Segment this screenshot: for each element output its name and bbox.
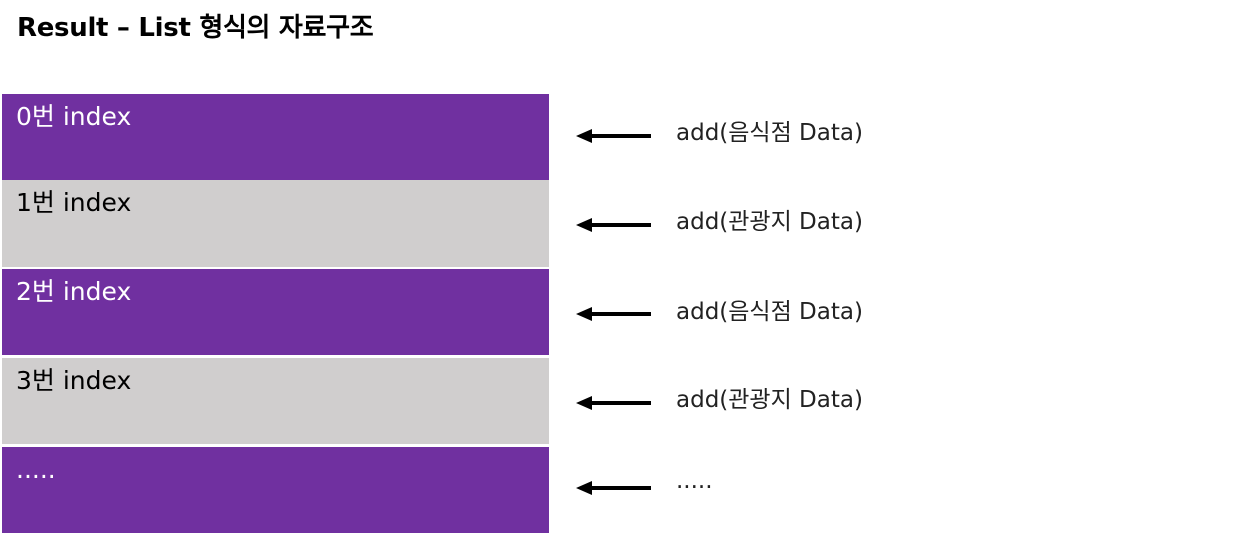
list-cell-label: 0번 index: [16, 102, 132, 131]
left-arrow-icon: [576, 307, 651, 321]
list-cell-0: 0번 index: [2, 94, 549, 180]
add-action-label: add(관광지 Data): [676, 387, 863, 413]
page-title: Result – List 형식의 자료구조: [17, 13, 374, 43]
left-arrow-icon: [576, 129, 651, 143]
add-action-label: .....: [676, 468, 713, 494]
left-arrow-icon: [576, 218, 651, 232]
list-cell-label: 1번 index: [16, 188, 132, 217]
add-action-label: add(음식점 Data): [676, 299, 863, 325]
left-arrow-icon: [576, 396, 651, 410]
list-cell-label: 3번 index: [16, 366, 132, 395]
add-action-label: add(음식점 Data): [676, 120, 863, 146]
list-cell-label: 2번 index: [16, 277, 132, 306]
add-action-label: add(관광지 Data): [676, 209, 863, 235]
list-cell-4: .....: [2, 447, 549, 533]
list-cell-2: 2번 index: [2, 269, 549, 355]
list-cell-label: .....: [16, 455, 56, 484]
list-cell-3: 3번 index: [2, 358, 549, 444]
list-cell-1: 1번 index: [2, 180, 549, 267]
left-arrow-icon: [576, 481, 651, 495]
